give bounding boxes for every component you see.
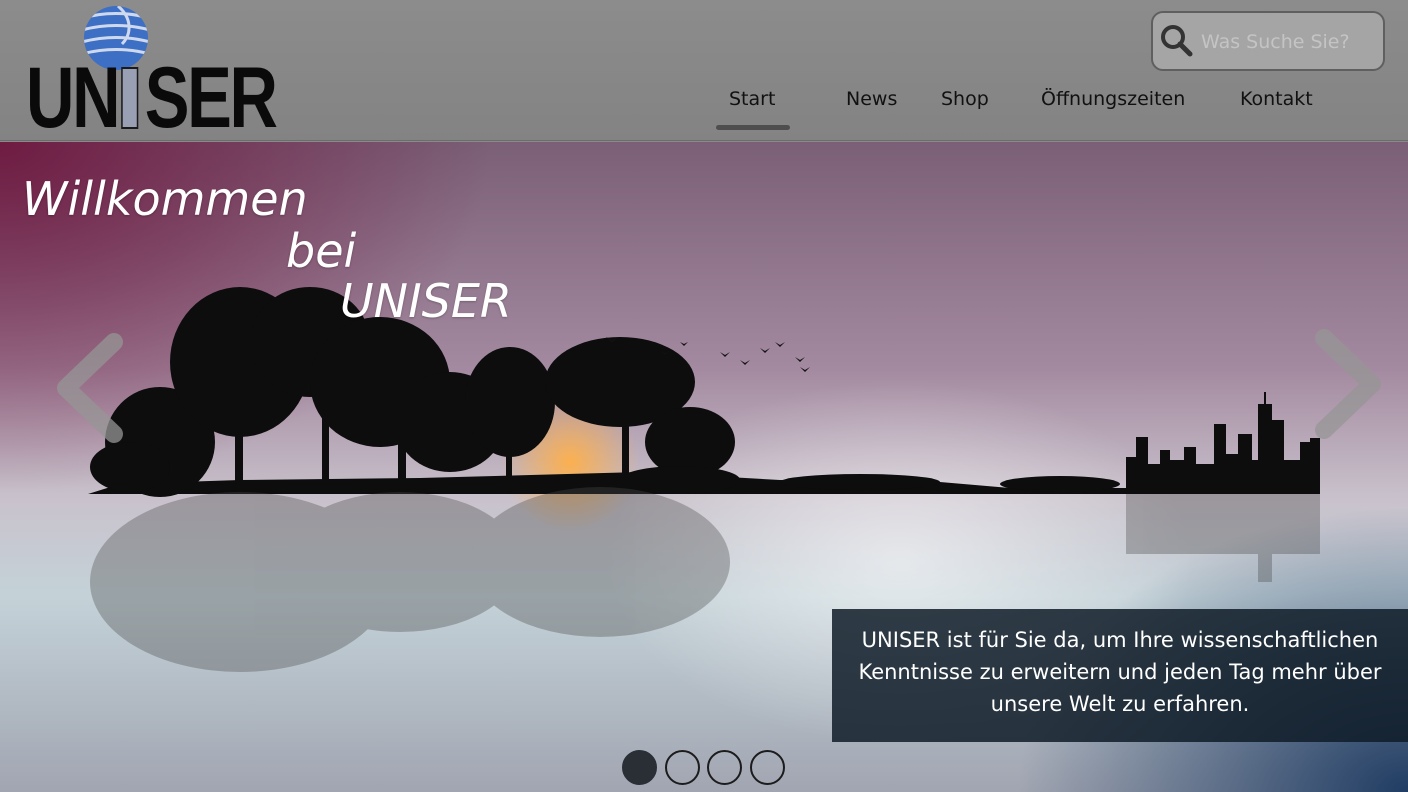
hero-slider: Willkommen bei UNISER UNISER ist für Sie…	[0, 142, 1408, 792]
nav-shop[interactable]: Shop	[941, 88, 989, 110]
slide-dot-4[interactable]	[750, 750, 785, 785]
search-input[interactable]	[1201, 27, 1377, 57]
welcome-line-2: bei	[286, 224, 357, 278]
slide-dot-3[interactable]	[707, 750, 742, 785]
caption-line-3: unsere Welt zu erfahren.	[990, 692, 1250, 716]
nav-start[interactable]: Start	[729, 88, 775, 110]
nav-oeffnungszeiten[interactable]: Öffnungszeiten	[1041, 88, 1185, 110]
slide-dot-2[interactable]	[665, 750, 700, 785]
caption-line-2: Kenntnisse zu erweitern und jeden Tag me…	[858, 660, 1382, 684]
nav-active-indicator	[716, 125, 790, 130]
slide-dot-1[interactable]	[622, 750, 657, 785]
nav-kontakt[interactable]: Kontakt	[1240, 88, 1313, 110]
chevron-left-icon[interactable]	[52, 332, 128, 444]
logo-wordmark: UN SER	[26, 55, 278, 141]
caption-line-1: UNISER ist für Sie da, um Ihre wissensch…	[861, 628, 1379, 652]
uniser-logo[interactable]: UN SER	[24, 2, 278, 141]
nav-news[interactable]: News	[846, 88, 897, 110]
search-icon[interactable]	[1159, 23, 1195, 59]
logo-text-ser: SER	[144, 50, 278, 146]
site-header: UNSER Start News Shop Öffnungszeiten Kon…	[0, 0, 1408, 141]
chevron-right-icon[interactable]	[1310, 328, 1386, 440]
search-box[interactable]	[1151, 11, 1385, 71]
hero-caption: UNISER ist für Sie da, um Ihre wissensch…	[832, 609, 1408, 742]
welcome-line-3: UNISER	[340, 274, 512, 328]
logo-i-bar	[121, 67, 139, 129]
welcome-line-1: Willkommen	[22, 172, 308, 226]
logo-text-un: UN	[26, 50, 121, 146]
